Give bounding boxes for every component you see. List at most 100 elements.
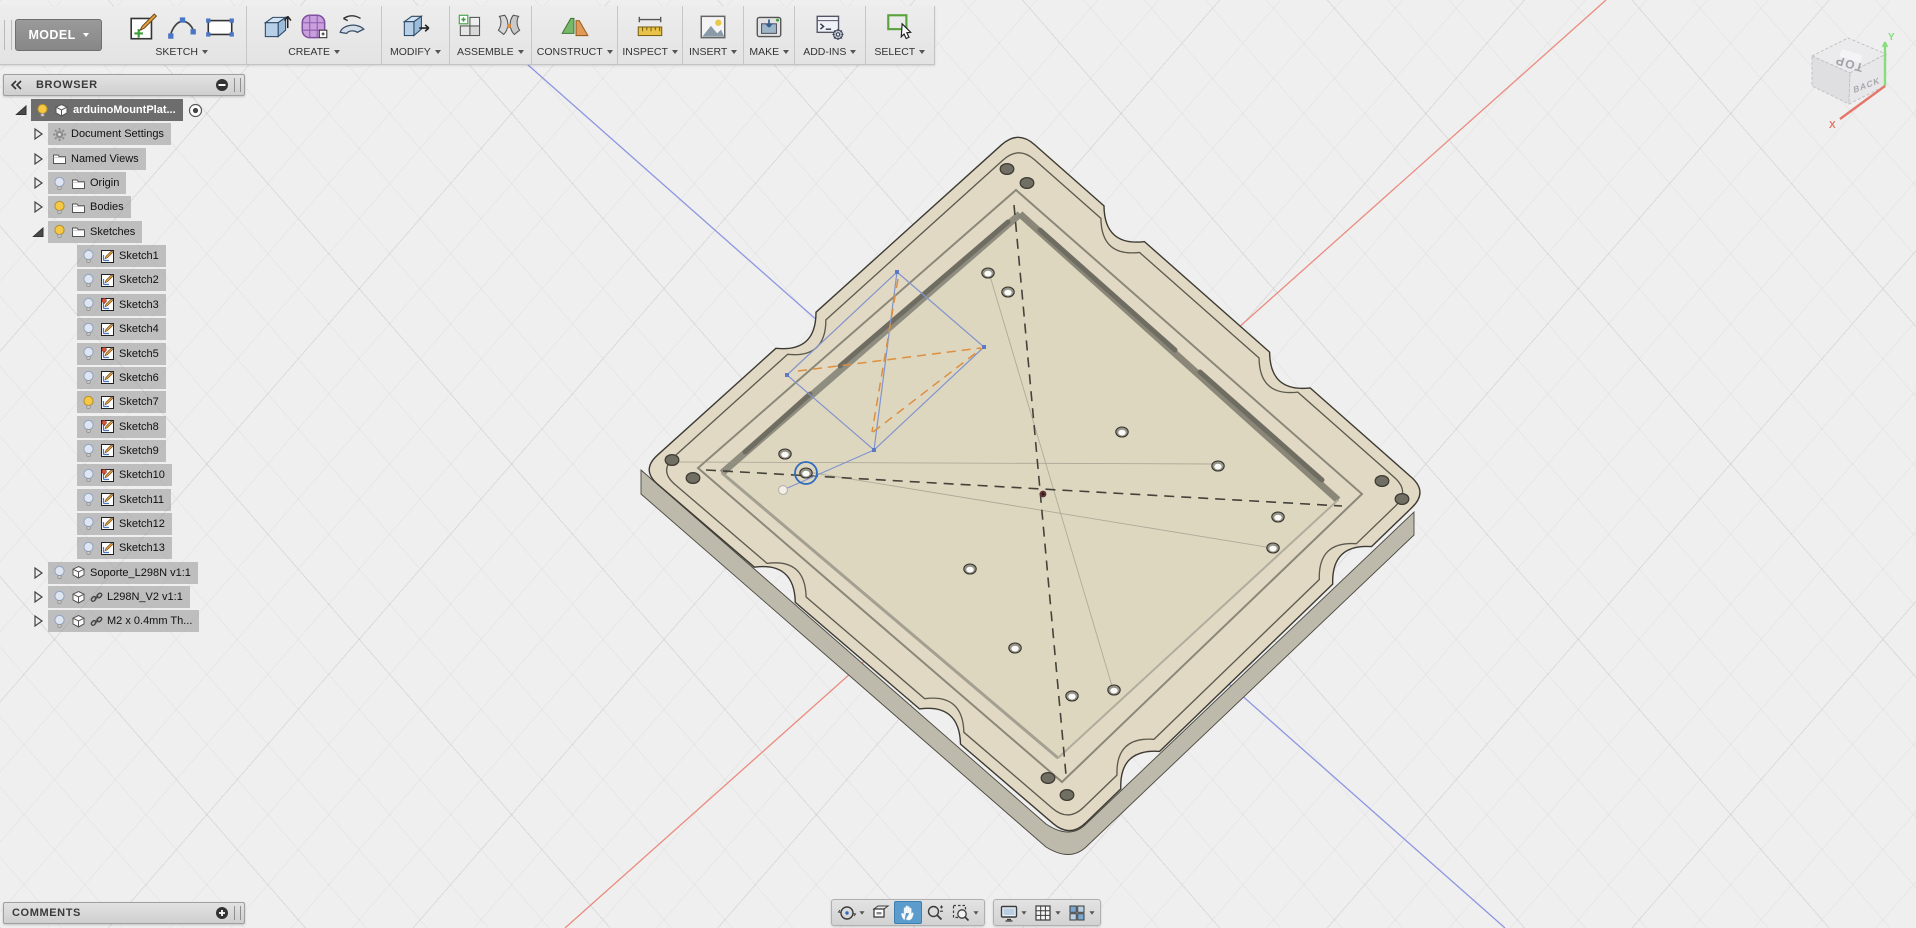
tree-item-chip[interactable]: L298N_V2 v1:1 [48, 586, 190, 608]
print-3d-icon[interactable] [753, 11, 785, 43]
browser-row-document-settings[interactable]: Document Settings [31, 123, 171, 146]
inspect-menu[interactable]: INSPECT [622, 46, 678, 58]
tree-item-chip[interactable]: Bodies [48, 196, 131, 219]
browser-row-sketch11[interactable]: Sketch11 [60, 488, 172, 511]
insert-image-icon[interactable] [697, 11, 729, 43]
browser-row-bodies[interactable]: Bodies [31, 196, 131, 219]
tree-item-chip[interactable]: Origin [48, 172, 127, 195]
browser-row-sketch13[interactable]: Sketch13 [60, 537, 172, 560]
display-settings-icon[interactable] [996, 902, 1030, 923]
browser-row-sketch8[interactable]: Sketch8 [60, 415, 166, 438]
visibility-bulb-off-icon[interactable] [81, 346, 96, 361]
browser-row-sketches[interactable]: Sketches [31, 220, 143, 243]
visibility-bulb-off-icon[interactable] [81, 419, 96, 434]
visibility-bulb-off-icon[interactable] [81, 297, 96, 312]
select-menu[interactable]: SELECT [874, 46, 926, 58]
browser-row-sketch10[interactable]: Sketch10 [60, 464, 172, 487]
browser-row-soporte-l298n-v1-1[interactable]: Soporte_L298N v1:1 [31, 561, 198, 584]
rectangle-icon[interactable] [204, 11, 236, 43]
browser-row-sketch6[interactable]: Sketch6 [60, 366, 166, 389]
tree-item-chip[interactable]: Sketches [48, 220, 143, 243]
remove-panel-icon[interactable] [215, 78, 229, 92]
visibility-bulb-off-icon[interactable] [81, 492, 96, 507]
expand-icon[interactable] [31, 176, 45, 190]
tree-item-chip[interactable]: Sketch9 [77, 439, 166, 462]
visibility-bulb-off-icon[interactable] [81, 516, 96, 531]
tree-item-chip[interactable]: Sketch6 [77, 366, 166, 389]
new-component-icon[interactable] [455, 11, 487, 43]
browser-row-sketch2[interactable]: Sketch2 [60, 269, 166, 292]
visibility-bulb-on-icon[interactable] [81, 395, 96, 410]
browser-drag-grip[interactable] [234, 78, 241, 92]
tree-item-chip[interactable]: Sketch13 [77, 537, 172, 560]
scripts-addins-icon[interactable] [814, 11, 846, 43]
visibility-bulb-off-icon[interactable] [52, 565, 67, 580]
tree-item-chip[interactable]: Sketch10 [77, 464, 172, 487]
construction-plane-icon[interactable] [559, 11, 591, 43]
visibility-bulb-off-icon[interactable] [52, 614, 67, 629]
measure-icon[interactable] [634, 11, 666, 43]
browser-row-named-views[interactable]: Named Views [31, 147, 146, 170]
tree-item-chip[interactable]: Sketch3 [77, 293, 166, 316]
addins-menu[interactable]: ADD-INS [803, 46, 857, 58]
make-menu[interactable]: MAKE [749, 46, 790, 58]
joint-icon[interactable] [493, 11, 525, 43]
tree-item-chip[interactable]: Sketch8 [77, 415, 166, 438]
look-at-icon[interactable] [868, 902, 894, 923]
expand-icon[interactable] [31, 590, 45, 604]
visibility-bulb-on-icon[interactable] [52, 224, 67, 239]
tree-item-chip[interactable]: Named Views [48, 147, 146, 170]
collapse-icon[interactable] [14, 103, 28, 117]
browser-row-origin[interactable]: Origin [31, 172, 127, 195]
tree-item-chip[interactable]: Sketch7 [77, 391, 166, 414]
browser-row-sketch3[interactable]: Sketch3 [60, 293, 166, 316]
browser-row-sketch1[interactable]: Sketch1 [60, 245, 166, 268]
sketch-endpoint[interactable] [777, 484, 789, 496]
visibility-bulb-off-icon[interactable] [81, 370, 96, 385]
view-cube[interactable]: TOP BACK Y X [1798, 16, 1916, 138]
form-icon[interactable] [298, 11, 330, 43]
browser-row-sketch5[interactable]: Sketch5 [60, 342, 166, 365]
grid-snap-icon[interactable] [1030, 902, 1064, 923]
tree-item-chip[interactable]: Soporte_L298N v1:1 [48, 561, 198, 584]
spline-icon[interactable] [166, 11, 198, 43]
assemble-menu[interactable]: ASSEMBLE [457, 46, 524, 58]
browser-row-sketch9[interactable]: Sketch9 [60, 439, 166, 462]
pan-icon[interactable] [894, 901, 922, 924]
orbit-icon[interactable] [834, 902, 868, 923]
visibility-bulb-off-icon[interactable] [52, 176, 67, 191]
tree-item-chip[interactable]: Sketch1 [77, 245, 166, 268]
browser-row-l298n-v2-v1-1[interactable]: L298N_V2 v1:1 [31, 586, 190, 608]
browser-row-sketch4[interactable]: Sketch4 [60, 318, 166, 341]
expand-icon[interactable] [31, 127, 45, 141]
insert-menu[interactable]: INSERT [689, 46, 738, 58]
create-menu[interactable]: CREATE [288, 46, 341, 58]
tree-item-chip[interactable]: Sketch4 [77, 318, 166, 341]
comments-drag-grip[interactable] [234, 906, 241, 920]
expand-icon[interactable] [31, 614, 45, 628]
tree-item-chip[interactable]: Sketch2 [77, 269, 166, 292]
collapse-panel-icon[interactable] [9, 78, 23, 92]
browser-row-arduinomountplat[interactable]: arduinoMountPlat... [14, 99, 203, 121]
collapse-icon[interactable] [31, 225, 45, 239]
visibility-bulb-off-icon[interactable] [81, 443, 96, 458]
visibility-bulb-off-icon[interactable] [52, 590, 67, 605]
browser-row-sketch7[interactable]: Sketch7 [60, 391, 166, 414]
revolve-icon[interactable] [336, 11, 368, 43]
browser-row-sketch12[interactable]: Sketch12 [60, 512, 172, 535]
browser-row-m2-x-0-4mm-th[interactable]: M2 x 0.4mm Th... [31, 610, 200, 633]
viewport-canvas[interactable] [0, 0, 1916, 928]
sketch-menu[interactable]: SKETCH [155, 46, 208, 58]
construct-menu[interactable]: CONSTRUCT [537, 46, 613, 58]
visibility-bulb-off-icon[interactable] [81, 468, 96, 483]
zoom-window-icon[interactable] [948, 902, 982, 923]
extrude-icon[interactable] [260, 11, 292, 43]
expand-icon[interactable] [31, 200, 45, 214]
press-pull-icon[interactable] [399, 11, 431, 43]
tree-item-chip[interactable]: M2 x 0.4mm Th... [48, 610, 200, 633]
visibility-bulb-on-icon[interactable] [35, 103, 50, 118]
expand-icon[interactable] [31, 152, 45, 166]
expand-icon[interactable] [31, 566, 45, 580]
viewports-icon[interactable] [1064, 902, 1098, 923]
tree-item-chip[interactable]: Sketch12 [77, 512, 172, 535]
